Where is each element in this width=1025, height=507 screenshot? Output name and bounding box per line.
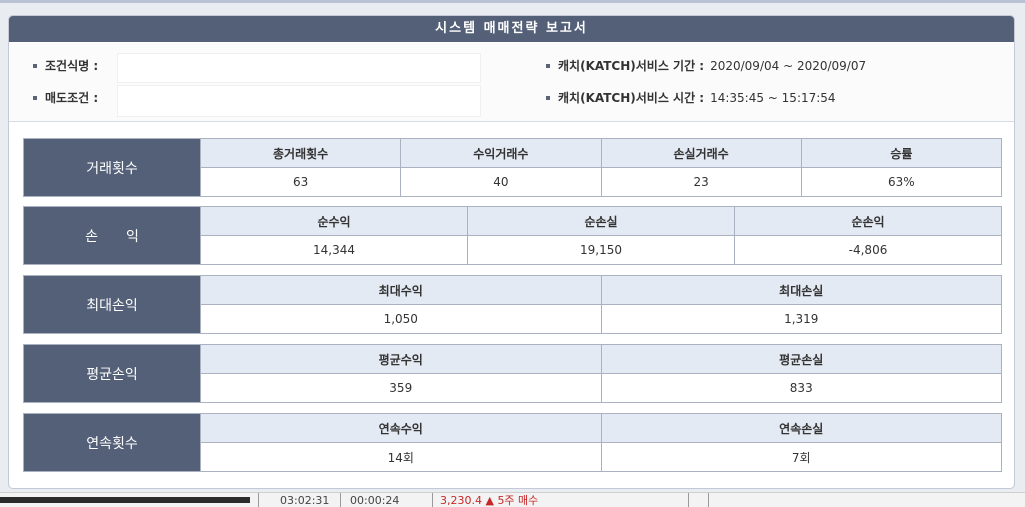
condition-name-row: 조건식명 :: [33, 56, 98, 76]
strip-time: 03:02:31: [280, 494, 330, 507]
condition-name-label: 조건식명 :: [45, 59, 99, 73]
divider: [432, 493, 433, 507]
bullet-icon: [33, 95, 37, 100]
col-max-profit: 최대수익: [200, 275, 602, 305]
service-time-value: 14:35:45 ~ 15:17:54: [710, 91, 836, 105]
divider: [708, 493, 709, 507]
consecutive-loss-value: 7회: [600, 442, 1002, 472]
max-pnl-label: 최대손익: [23, 275, 201, 334]
service-period-value: 2020/09/04 ~ 2020/09/07: [710, 59, 867, 73]
sell-condition-row: 매도조건 :: [33, 88, 98, 108]
divider: [258, 493, 259, 507]
total-trades-value: 63: [199, 167, 402, 197]
col-avg-loss: 평균손실: [600, 344, 1002, 374]
col-avg-profit: 평균수익: [200, 344, 602, 374]
report-title: 시스템 매매전략 보고서: [9, 16, 1014, 42]
col-max-loss: 최대손실: [600, 275, 1002, 305]
service-period-row: 캐치(KATCH)서비스 기간 : 2020/09/04 ~ 2020/09/07: [546, 56, 866, 76]
col-consecutive-profit: 연속수익: [200, 413, 602, 443]
max-pnl-table: 최대손익 최대수익 최대손실 1,050 1,319: [23, 275, 1002, 334]
divider: [340, 493, 341, 507]
bullet-icon: [33, 63, 37, 68]
divider: [688, 493, 689, 507]
max-profit-value: 1,050: [200, 304, 602, 334]
sell-condition-label: 매도조건 :: [45, 91, 99, 105]
window-top-border: [0, 0, 1025, 3]
streak-table: 연속횟수 연속수익 연속손실 14회 7회: [23, 413, 1002, 472]
trade-count-label: 거래횟수: [23, 138, 201, 197]
sell-condition-value: [117, 85, 481, 117]
bullet-icon: [546, 63, 550, 68]
service-time-row: 캐치(KATCH)서비스 시간 : 14:35:45 ~ 15:17:54: [546, 88, 836, 108]
avg-pnl-label: 평균손익: [23, 344, 201, 403]
strip-item: 00:00:24: [350, 494, 400, 507]
trade-count-table: 거래횟수 총거래횟수 수익거래수 손실거래수 승률 63 40 23 63%: [23, 138, 1003, 197]
avg-pnl-table: 평균손익 평균수익 평균손실 359 833: [23, 344, 1002, 403]
col-win-rate: 승률: [800, 138, 1003, 168]
net-profit-value: 14,344: [200, 235, 468, 265]
avg-loss-value: 833: [600, 373, 1002, 403]
net-loss-value: 19,150: [467, 235, 735, 265]
col-net-profit: 순수익: [200, 206, 468, 236]
report-panel: 시스템 매매전략 보고서 조건식명 : 매도조건 : 캐치(KATCH)서비스 …: [8, 15, 1015, 489]
profit-trades-value: 40: [400, 167, 602, 197]
col-net-loss: 순손실: [467, 206, 735, 236]
bullet-icon: [546, 95, 550, 100]
consecutive-profit-value: 14회: [200, 442, 602, 472]
service-time-label: 캐치(KATCH)서비스 시간 :: [558, 91, 705, 105]
pnl-table: 손 익 순수익 순손실 순손익 14,344 19,150 -4,806: [23, 206, 1002, 265]
max-loss-value: 1,319: [600, 304, 1002, 334]
win-rate-value: 63%: [800, 167, 1003, 197]
service-period-label: 캐치(KATCH)서비스 기간 :: [558, 59, 705, 73]
net-pnl-value: -4,806: [734, 235, 1002, 265]
avg-profit-value: 359: [200, 373, 602, 403]
loss-trades-value: 23: [600, 167, 802, 197]
col-profit-trades: 수익거래수: [400, 138, 602, 168]
pnl-label: 손 익: [23, 206, 201, 265]
strip-status: 3,230.4 ▲ 5주 매수: [440, 494, 539, 507]
background-window-strip: 03:02:31 00:00:24 3,230.4 ▲ 5주 매수: [0, 492, 1025, 507]
col-total-trades: 총거래횟수: [199, 138, 402, 168]
col-loss-trades: 손실거래수: [600, 138, 802, 168]
col-consecutive-loss: 연속손실: [600, 413, 1002, 443]
dark-bar: [0, 497, 250, 503]
report-info-section: 조건식명 : 매도조건 : 캐치(KATCH)서비스 기간 : 2020/09/0…: [9, 43, 1014, 122]
condition-name-value: [117, 53, 481, 83]
col-net-pnl: 순손익: [734, 206, 1002, 236]
streak-label: 연속횟수: [23, 413, 201, 472]
